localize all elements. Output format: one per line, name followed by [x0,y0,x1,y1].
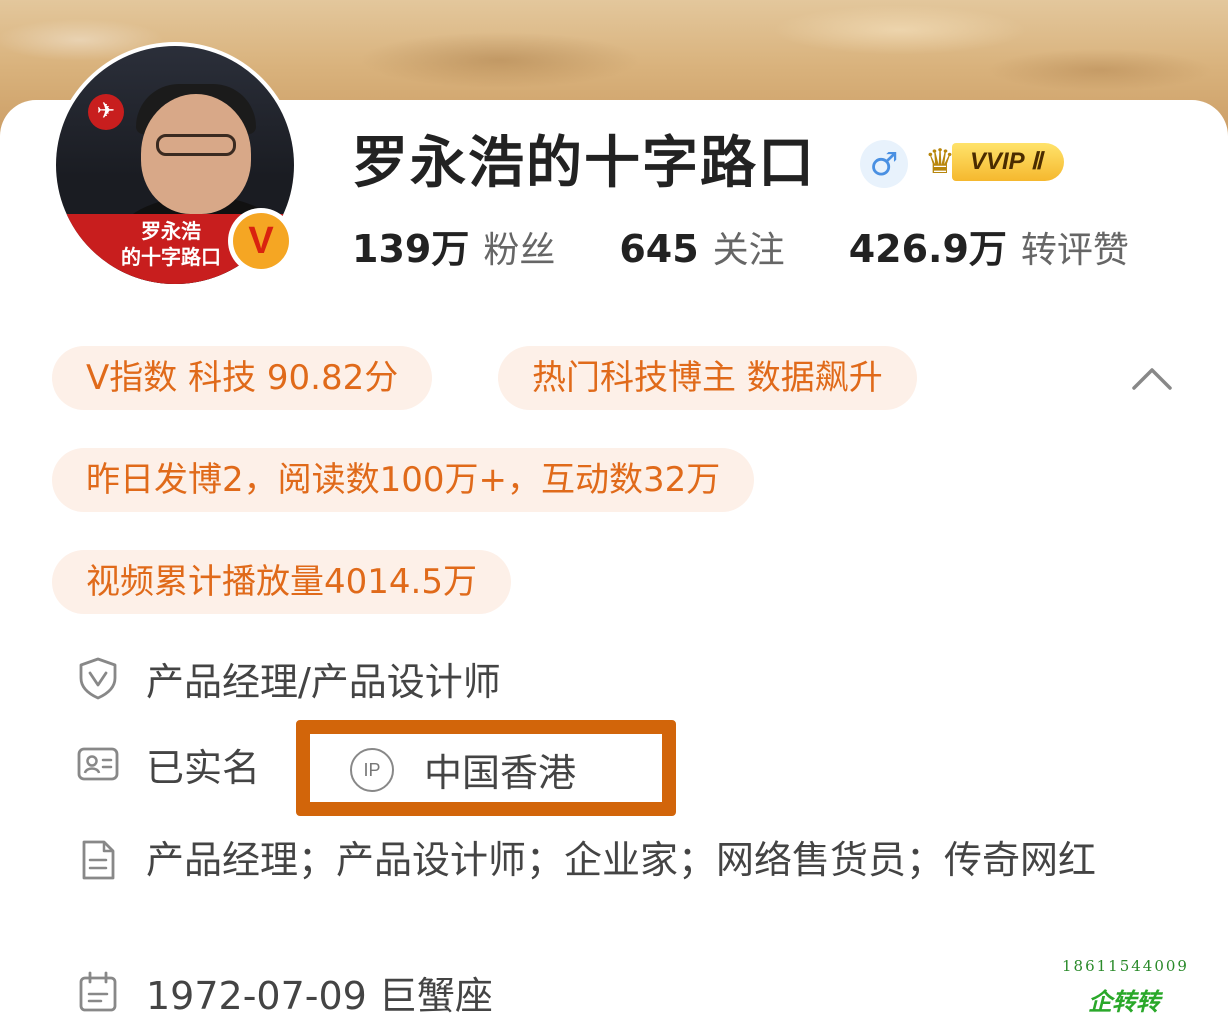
tag-hot-blogger[interactable]: 热门科技博主 数据飙升 [498,346,917,410]
bio-text: 产品经理；产品设计师；企业家；网络售货员；传奇网红 [146,838,1097,882]
info-bio: 产品经理；产品设计师；企业家；网络售货员；传奇网红 [76,834,1116,886]
tag-video-plays[interactable]: 视频累计播放量4014.5万 [52,550,511,614]
info-real-name: 已实名 [76,742,260,794]
stat-label: 粉丝 [483,230,556,271]
stat-value: 645 [619,227,699,271]
vip-badge[interactable]: ♛ VVIP Ⅱ [918,138,1065,186]
avatar-logo-icon: ✈ [88,94,124,130]
male-icon: ♂ [860,140,908,188]
tag-yesterday-stats[interactable]: 昨日发博2，阅读数100万+，互动数32万 [52,448,755,512]
ip-icon: IP [350,747,394,792]
stat-label: 转评赞 [1020,230,1129,271]
verified-badge: V [228,208,294,274]
profile-name: 罗永浩的十字路口 [352,131,816,196]
shield-v-icon [79,657,117,700]
info-ip-location: IP 中国香港 [350,742,576,797]
info-occupation: 产品经理/产品设计师 [76,656,501,708]
document-icon [82,840,115,880]
watermark-brand: 企转转 [1088,988,1160,1016]
stat-interactions[interactable]: 426.9万 转评赞 [849,218,1129,273]
crown-icon: ♛ [924,142,956,182]
stat-value: 139万 [352,227,470,271]
id-card-icon [77,747,119,781]
stat-value: 426.9万 [848,227,1007,271]
chevron-up-icon[interactable] [1130,360,1174,394]
tag-v-index[interactable]: V指数 科技 90.82分 [52,346,433,410]
birthday-text: 1972-07-09 巨蟹座 [146,974,493,1018]
occupation-text: 产品经理/产品设计师 [146,660,501,704]
vip-label: VVIP Ⅱ [952,143,1065,181]
avatar-caption: 罗永浩 的十字路口 [121,219,221,269]
stat-following[interactable]: 645 关注 [619,221,784,273]
calendar-icon [79,971,117,1012]
stat-label: 关注 [712,230,785,271]
real-name-text: 已实名 [146,746,261,790]
verified-v-icon: V [233,213,289,269]
stat-fans[interactable]: 139万 粉丝 [352,218,555,273]
profile-stats: 139万 粉丝 645 关注 426.9万 转评赞 [352,218,1129,274]
info-birthday: 1972-07-09 巨蟹座 [76,970,493,1022]
ip-location-text: 中国香港 [424,751,577,795]
watermark-phone: 18611544009 [1062,957,1189,975]
